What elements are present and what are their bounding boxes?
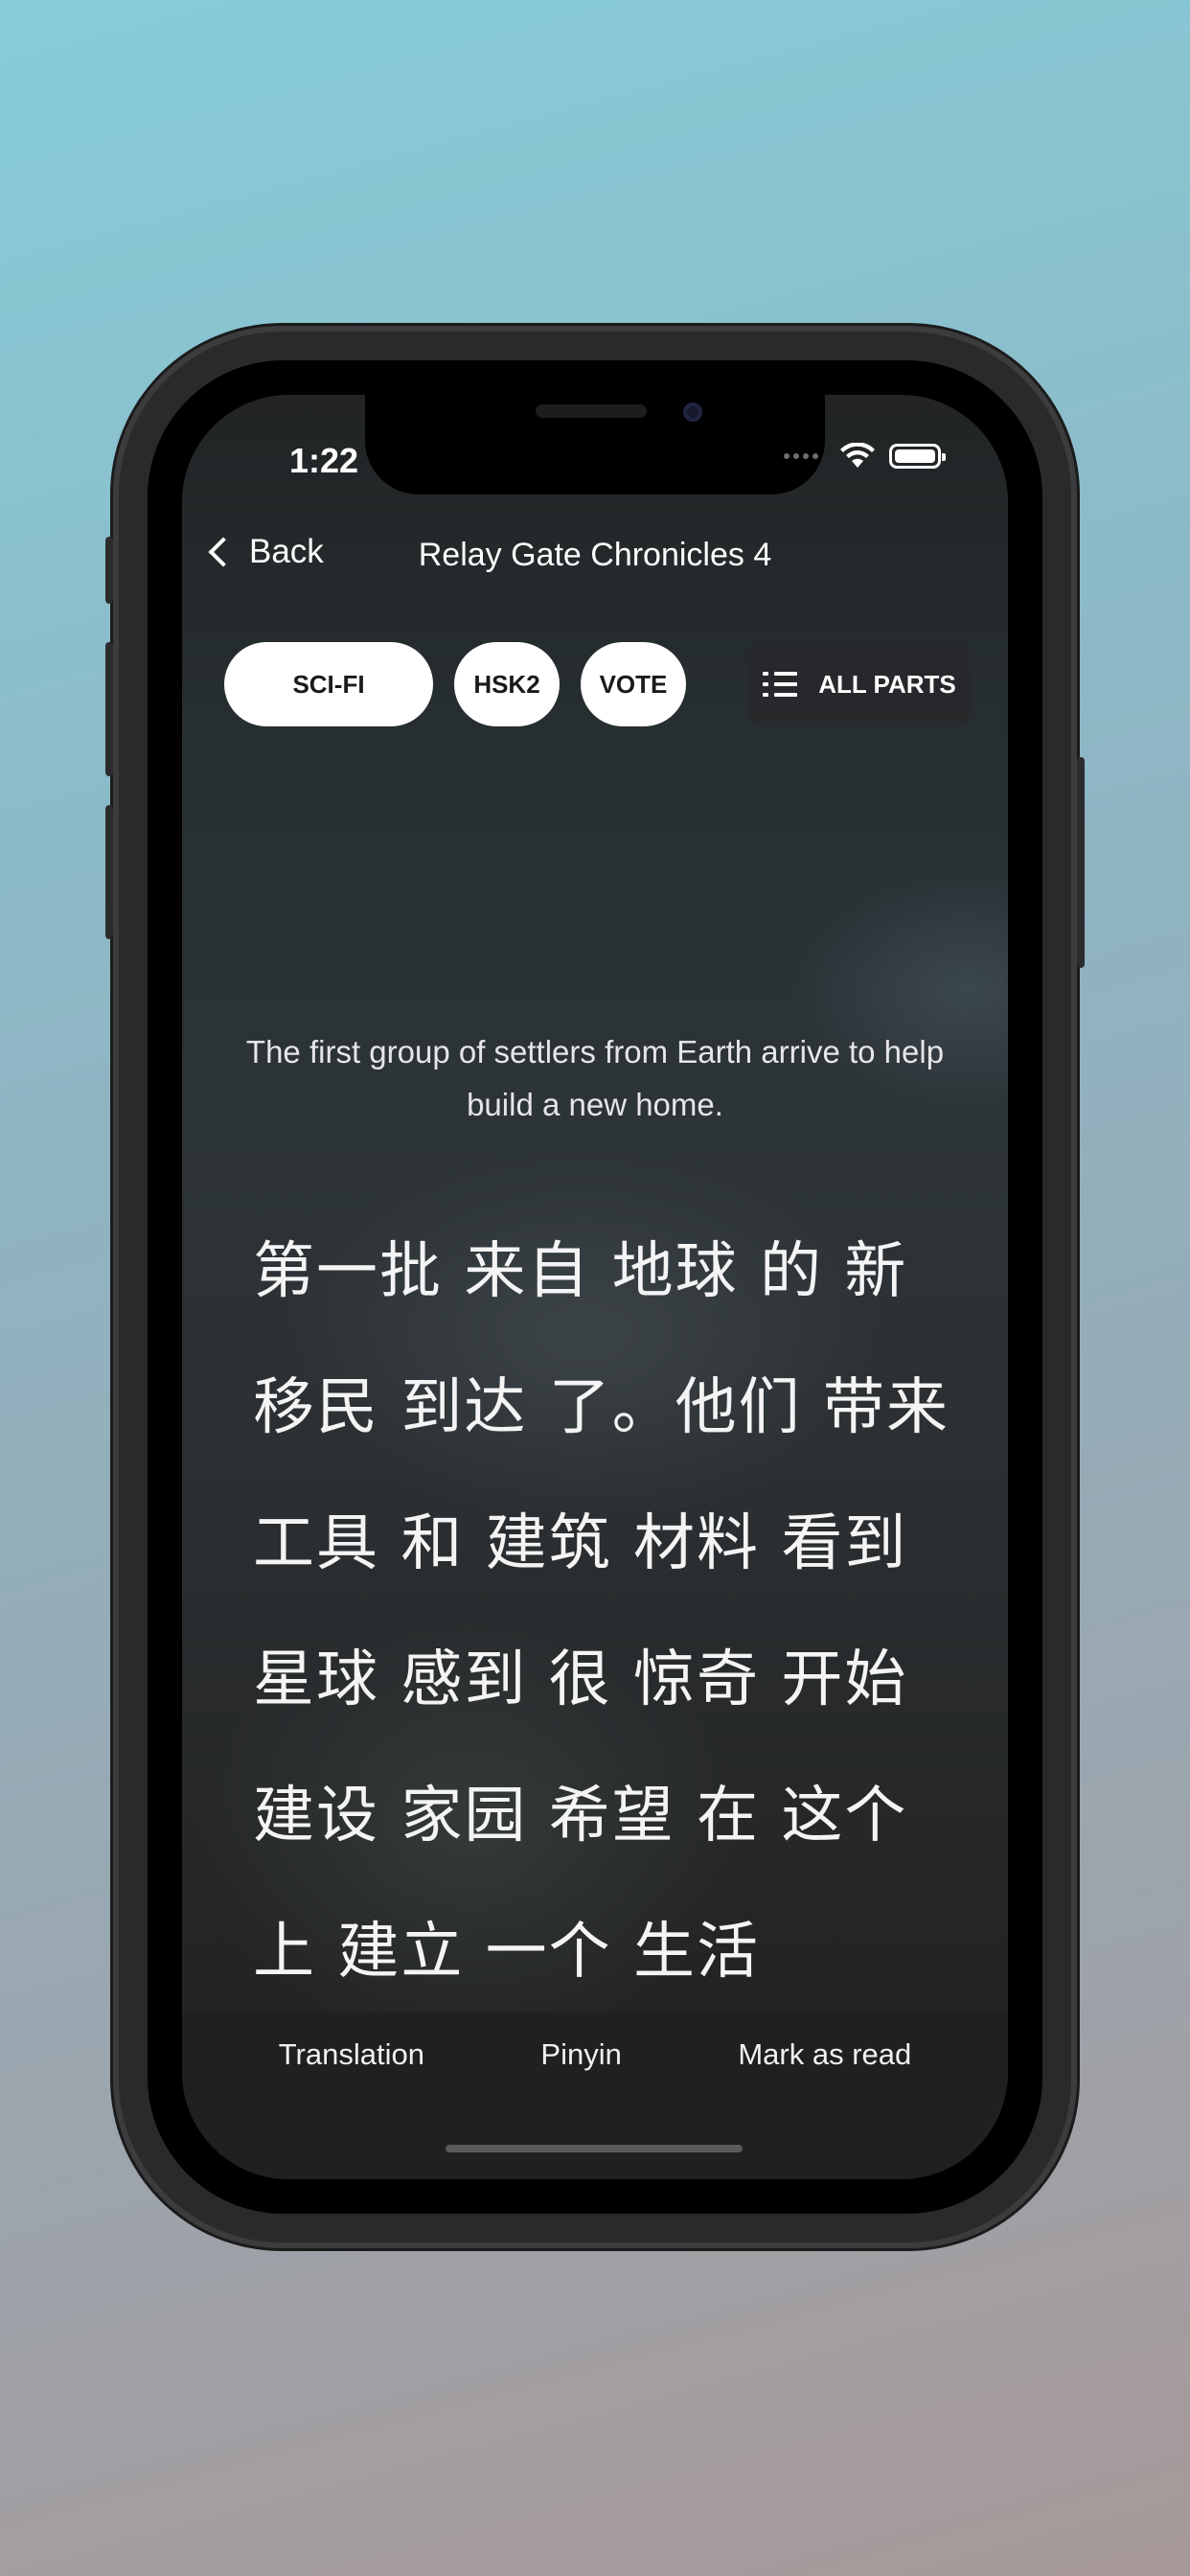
mute-switch [105, 537, 113, 604]
volume-down-button [105, 805, 113, 939]
battery-icon [889, 444, 946, 469]
phone-frame: 1:22 Back Relay Gate Chronicles 4 SCI-FI… [105, 326, 1085, 2248]
hsk-level-tag[interactable]: HSK2 [454, 642, 560, 726]
status-indicators [784, 443, 946, 470]
home-indicator[interactable] [446, 2145, 743, 2152]
story-line[interactable]: 上 建立 一个 生活 [253, 1884, 950, 2020]
all-parts-button[interactable]: ALL PARTS [749, 642, 970, 726]
speaker-grille [536, 404, 647, 418]
story-line[interactable]: 移民 到达 了。他们 带来 [253, 1340, 950, 1476]
all-parts-label: ALL PARTS [818, 669, 956, 699]
screen: 1:22 Back Relay Gate Chronicles 4 SCI-FI… [182, 395, 1008, 2179]
list-icon [763, 672, 798, 697]
page-title: Relay Gate Chronicles 4 [418, 537, 772, 573]
story-summary: The first group of settlers from Earth a… [245, 1034, 945, 1122]
power-button [1077, 757, 1085, 968]
wifi-icon [840, 443, 875, 468]
story-text: 第一批 来自 地球 的 新 移民 到达 了。他们 带来 工具 和 建筑 材料 看… [253, 1204, 950, 2020]
camera-icon [683, 402, 702, 422]
story-line[interactable]: 星球 感到 很 惊奇 开始 [253, 1612, 950, 1748]
volume-up-button [105, 642, 113, 776]
story-tags: SCI-FI HSK2 VOTE ALL PARTS [224, 642, 970, 728]
translation-button[interactable]: Translation [279, 2037, 424, 2072]
signal-icon [784, 453, 818, 459]
notch [365, 395, 825, 494]
story-line[interactable]: 第一批 来自 地球 的 新 [253, 1204, 950, 1340]
story-line[interactable]: 建设 家园 希望 在 这个 [253, 1748, 950, 1884]
genre-tag[interactable]: SCI-FI [224, 642, 433, 726]
pinyin-button[interactable]: Pinyin [540, 2037, 621, 2072]
status-time: 1:22 [289, 441, 359, 480]
story-line[interactable]: 工具 和 建筑 材料 看到 [253, 1476, 950, 1612]
navigation-bar: Back Relay Gate Chronicles 4 [182, 519, 1008, 586]
vote-button[interactable]: VOTE [581, 642, 686, 726]
mark-as-read-button[interactable]: Mark as read [738, 2037, 911, 2072]
bottom-toolbar: Translation Pinyin Mark as read [182, 2012, 1008, 2179]
